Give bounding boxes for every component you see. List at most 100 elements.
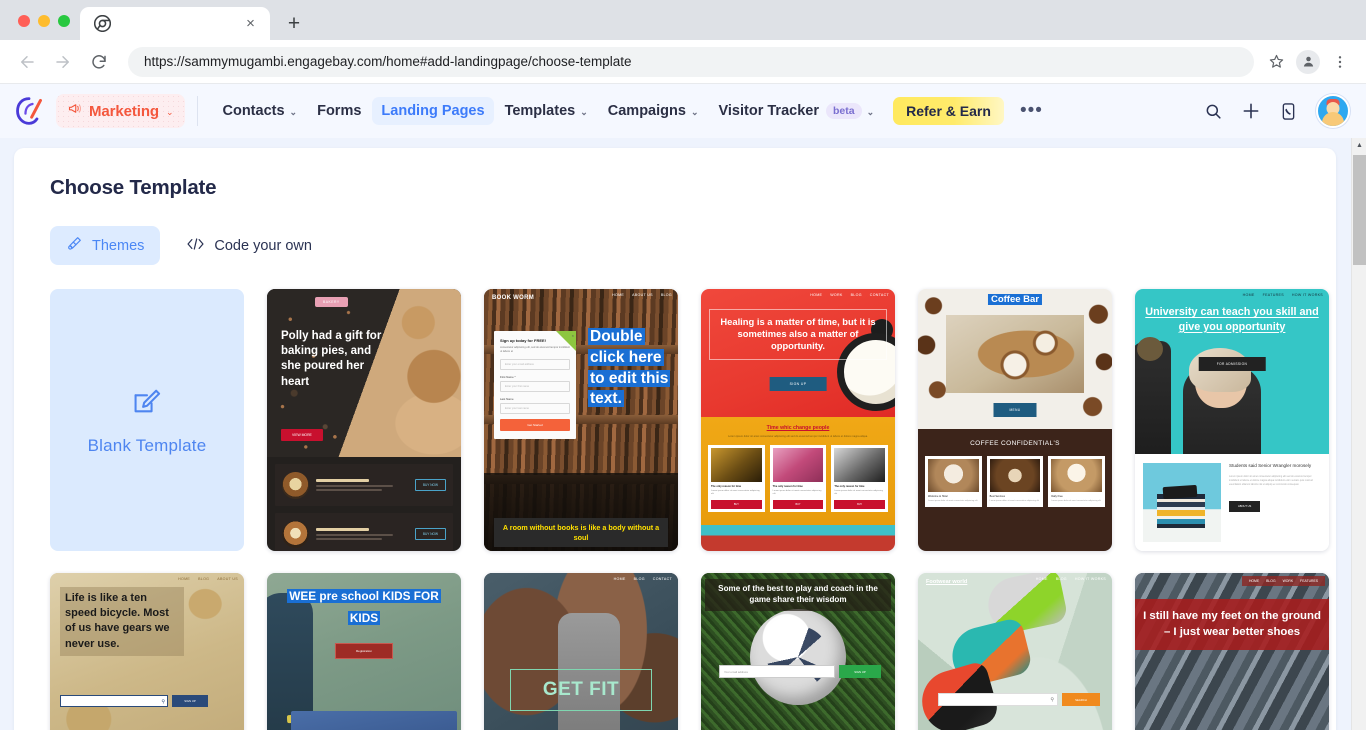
template-card-healing[interactable]: HOME WORK BLOG CONTACT Healing is a matt…: [701, 289, 895, 551]
healing-nav-item: HOME: [810, 293, 823, 297]
new-tab-button[interactable]: +: [280, 9, 308, 37]
healing-cards: The only reason for time Lorem ipsum dol…: [708, 445, 889, 512]
coffee-card: Welcome to Hotel Lorem ipsum dolor sit a…: [925, 456, 982, 507]
template-card-feet[interactable]: HOME BLOG WORK FEATURES I still have my …: [1135, 573, 1329, 730]
coffee-card: Best Services Lorem ipsum dolor sit amet…: [986, 456, 1044, 507]
bakery-thumb: [282, 471, 309, 499]
healing-card-button: BUY: [711, 499, 762, 509]
feet-nav-item: BLOG: [1266, 579, 1276, 583]
code-icon: [186, 236, 205, 256]
plus-icon[interactable]: [1241, 101, 1261, 121]
star-icon[interactable]: [1262, 48, 1290, 76]
template-card-bakery[interactable]: BAKERY Polly had a gift for baking pies,…: [267, 289, 461, 551]
template-card-preschool[interactable]: WEE pre school KIDS FOR KIDS Registratio…: [267, 573, 461, 730]
megaphone-icon: [67, 101, 82, 121]
brush-icon: [66, 235, 83, 256]
bakery-strip-text: [316, 479, 408, 491]
scrollbar-thumb[interactable]: [1353, 155, 1366, 265]
more-menu-button[interactable]: •••: [1010, 101, 1053, 120]
search-icon[interactable]: [1204, 102, 1223, 121]
graduation-cap-icon: [1162, 484, 1198, 500]
university-nav-item: FEATURES: [1262, 293, 1284, 297]
nav-item-templates[interactable]: Templates ⌄: [496, 97, 597, 125]
books-signup-form: × Sign up today for FREE! consectetur ad…: [494, 331, 576, 439]
coffee-hero: Coffee Bar MENU: [918, 289, 1112, 429]
footwear-hero: Footwear world HOME BLOG HOW IT WORKS ⚲ …: [918, 573, 1112, 730]
address-bar[interactable]: https://sammymugambi.engagebay.com/home#…: [128, 46, 1254, 77]
reload-icon[interactable]: [84, 47, 114, 77]
maximize-window-button[interactable]: [58, 15, 70, 27]
kebab-menu-icon[interactable]: [1326, 48, 1354, 76]
healing-card: The only reason for time Lorem ipsum dol…: [708, 445, 765, 512]
profile-avatar-icon[interactable]: [1294, 48, 1322, 76]
template-card-coffee[interactable]: Coffee Bar MENU COFFEE CONFIDENTIAL'S We…: [918, 289, 1112, 551]
bakery-buy-button: BUY NOW: [414, 479, 446, 491]
nav-item-campaigns[interactable]: Campaigns ⌄: [599, 97, 708, 125]
nav-item-landing-pages[interactable]: Landing Pages: [372, 97, 494, 125]
window-traffic-lights[interactable]: [0, 15, 80, 40]
module-switcher-marketing[interactable]: Marketing ⌄: [56, 94, 185, 128]
bakery-badge: BAKERY: [315, 297, 348, 307]
avatar-body: [1322, 112, 1344, 126]
back-arrow-icon[interactable]: [12, 47, 42, 77]
chrome-icon: [93, 14, 112, 33]
nav-item-forms[interactable]: Forms: [308, 97, 370, 125]
browser-tab[interactable]: ×: [80, 7, 270, 40]
nav-label: Contacts: [222, 103, 285, 119]
bicycle-form: ⚲ SIGN UP: [60, 695, 208, 707]
scroll-up-arrow-icon[interactable]: ▲: [1352, 138, 1366, 153]
page-body: Choose Template Themes Code your own Bla…: [0, 138, 1366, 730]
preschool-heading: WEE pre school KIDS FOR KIDS: [287, 589, 441, 625]
engagebay-logo[interactable]: [14, 96, 44, 126]
bicycle-nav-item: HOME: [178, 577, 191, 581]
forward-arrow-icon[interactable]: [48, 47, 78, 77]
phone-icon[interactable]: [1279, 102, 1298, 121]
nav-right-actions: [1204, 94, 1350, 128]
footwear-search-button: SEARCH: [1062, 693, 1100, 706]
university-cta-button: FOR ADMISSION: [1198, 357, 1266, 371]
books-submit-button: Get Started: [500, 418, 570, 431]
avatar[interactable]: [1316, 94, 1350, 128]
bakery-hero: BAKERY Polly had a gift for baking pies,…: [267, 289, 461, 457]
template-card-books[interactable]: BOOK WORM HOME ABOUT US BLOG × Sign up t…: [484, 289, 678, 551]
bakery-cta-button: VIEW MORE: [281, 429, 323, 441]
soccer-ball: [750, 609, 846, 705]
template-card-blank[interactable]: Blank Template: [50, 289, 244, 551]
footwear-nav-item: HOW IT WORKS: [1074, 577, 1106, 581]
tab-code-your-own[interactable]: Code your own: [170, 227, 328, 265]
nav-item-visitor-tracker[interactable]: Visitor Tracker beta ⌄: [709, 97, 883, 125]
refer-and-earn-button[interactable]: Refer & Earn: [893, 97, 1004, 125]
nav-item-contacts[interactable]: Contacts ⌄: [214, 97, 307, 125]
template-card-footwear[interactable]: Footwear world HOME BLOG HOW IT WORKS ⚲ …: [918, 573, 1112, 730]
books-nav-item: BLOG: [660, 293, 672, 297]
chevron-down-icon: ⌄: [165, 106, 174, 117]
template-card-soccer[interactable]: Some of the best to play and coach in th…: [701, 573, 895, 730]
close-window-button[interactable]: [18, 15, 30, 27]
soccer-signup-button: SIGN UP: [839, 665, 881, 678]
search-icon: ⚲: [161, 698, 165, 705]
template-card-university[interactable]: HOME FEATURES HOW IT WORKS University ca…: [1135, 289, 1329, 551]
bicycle-nav-item: ABOUT US: [217, 577, 238, 581]
healing-card: The only reason for time Lorem ipsum dol…: [831, 445, 889, 512]
close-icon[interactable]: ×: [243, 16, 258, 31]
feet-nav: HOME BLOG WORK FEATURES: [1241, 576, 1325, 586]
page-scrollbar[interactable]: ▲ ▼: [1351, 138, 1366, 730]
university-heading: University can teach you skill and give …: [1145, 306, 1319, 333]
template-card-getfit[interactable]: HOME BLOG CONTACT GET FIT REGISTER NOW: [484, 573, 678, 730]
nav-label: Forms: [317, 103, 362, 119]
feet-nav-item: FEATURES: [1300, 579, 1318, 583]
chevron-down-icon: ⌄: [289, 106, 298, 117]
books-field-label: Last Name: [500, 396, 514, 401]
coffee-card-body: Lorem ipsum dolor sit amet consectetur a…: [1051, 500, 1101, 503]
bakery-strip-1: BUY NOW: [275, 464, 453, 506]
tab-themes[interactable]: Themes: [50, 226, 161, 265]
getfit-nav-item: HOME: [613, 577, 626, 581]
healing-card-image: [711, 448, 762, 483]
close-icon: ×: [571, 333, 574, 338]
healing-card-body: Lorem ipsum dolor sit amet consectetur a…: [772, 490, 822, 496]
nav-divider: [196, 96, 198, 126]
minimize-window-button[interactable]: [38, 15, 50, 27]
tab-label: Themes: [92, 237, 145, 254]
template-card-bicycle[interactable]: HOME BLOG ABOUT US Life is like a ten sp…: [50, 573, 244, 730]
healing-card: The only reason for time Lorem ipsum dol…: [769, 445, 827, 512]
